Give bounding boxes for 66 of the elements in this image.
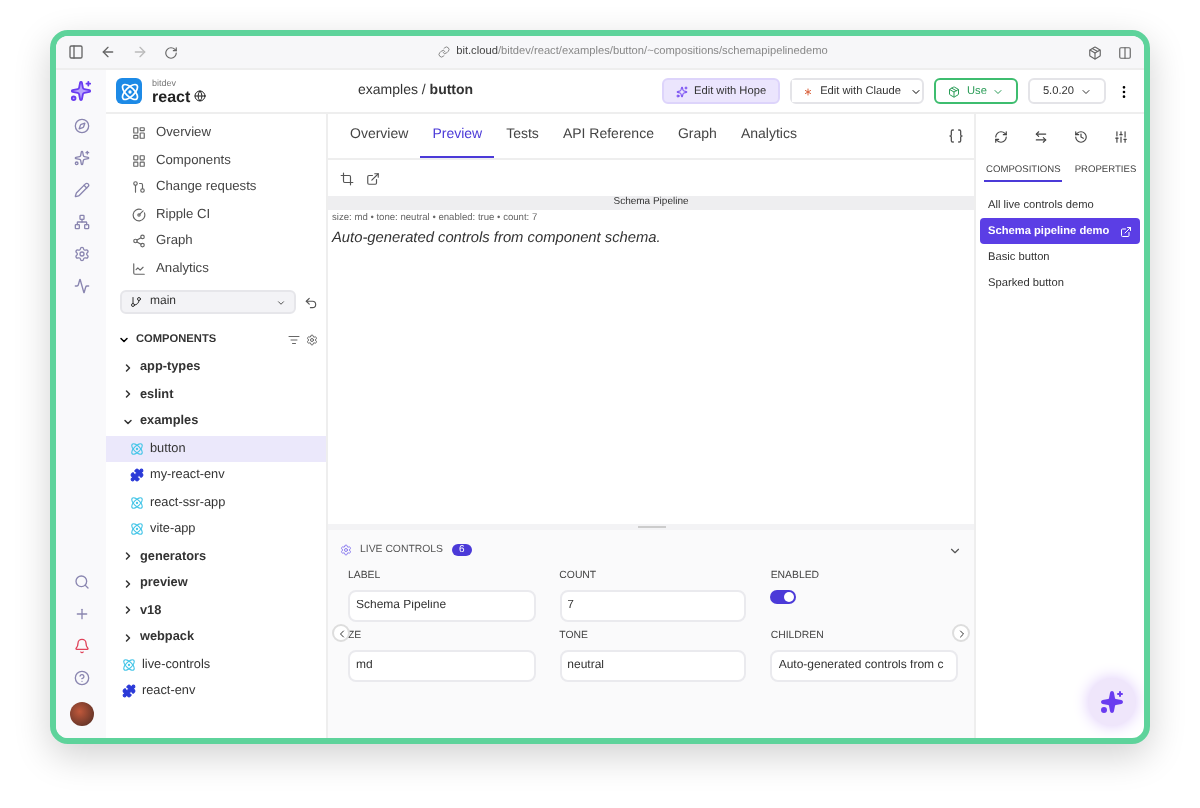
puzzle-icon [122, 684, 136, 699]
caret-icon [276, 297, 286, 307]
undo-icon[interactable] [304, 295, 318, 309]
chevron-left-icon [335, 627, 347, 639]
filter-icon[interactable] [288, 334, 300, 346]
scroll-right-button[interactable] [952, 624, 970, 642]
caret-down-icon[interactable] [122, 415, 134, 428]
sparkle-icon[interactable] [73, 150, 89, 166]
caret-right-icon[interactable] [122, 604, 134, 617]
caret-down-icon[interactable] [118, 334, 130, 346]
org-logo[interactable] [116, 78, 142, 104]
caret-right-icon[interactable] [122, 631, 134, 644]
scope-name[interactable]: react [152, 87, 191, 105]
globe-icon [194, 90, 207, 102]
back-icon[interactable] [100, 44, 116, 60]
caret-right-icon[interactable] [122, 577, 134, 590]
split-view-icon[interactable] [1118, 45, 1132, 59]
caret-right-icon[interactable] [122, 550, 134, 563]
compass-icon[interactable] [73, 118, 89, 134]
bell-icon[interactable] [73, 638, 89, 654]
caret-icon [1080, 85, 1092, 97]
sliders-icon[interactable] [1113, 130, 1127, 144]
link-icon [438, 46, 451, 58]
package-icon [948, 85, 961, 97]
network-icon[interactable] [73, 214, 89, 230]
grid-icon [132, 153, 146, 168]
collapse-icon[interactable] [948, 543, 962, 557]
caret-icon[interactable] [910, 85, 923, 97]
activity-icon[interactable] [73, 278, 89, 294]
sidebar-toggle-icon[interactable] [68, 44, 84, 60]
sparkle-icon [675, 85, 688, 97]
external-link-icon[interactable] [366, 171, 380, 185]
pencil-icon[interactable] [73, 182, 89, 198]
assistant-button[interactable] [1088, 678, 1136, 726]
settings-icon[interactable] [306, 334, 318, 346]
chevron-right-icon [955, 627, 967, 639]
extension-icon[interactable] [1088, 45, 1102, 59]
caret-right-icon[interactable] [122, 388, 134, 401]
atom-icon [130, 522, 144, 537]
pull-request-icon [132, 180, 146, 195]
branch-icon [130, 296, 142, 308]
atom-icon [130, 441, 144, 456]
gear-icon [340, 544, 352, 556]
asterisk-icon [802, 85, 815, 97]
gauge-icon [132, 207, 146, 222]
toggle-switch[interactable] [770, 590, 797, 604]
puzzle-icon [130, 468, 144, 483]
caret-right-icon[interactable] [122, 361, 134, 374]
atom-icon [122, 657, 136, 672]
settings-icon[interactable] [73, 246, 89, 262]
help-icon[interactable] [73, 670, 89, 686]
graph-icon [132, 234, 146, 249]
dashboard-icon [132, 126, 146, 141]
reload-icon[interactable] [164, 45, 178, 59]
sparkle-icon [1100, 690, 1124, 714]
atom-icon [130, 495, 144, 510]
line-chart-icon [132, 261, 146, 276]
search-icon[interactable] [73, 574, 89, 590]
crop-icon[interactable] [340, 171, 354, 185]
scroll-left-button[interactable] [332, 624, 350, 642]
refresh-icon[interactable] [993, 130, 1007, 144]
sparkle-logo-icon[interactable] [70, 80, 92, 102]
caret-icon [992, 85, 1005, 97]
history-icon[interactable] [1073, 130, 1087, 144]
avatar[interactable] [69, 702, 93, 726]
compare-icon[interactable] [1033, 130, 1047, 144]
